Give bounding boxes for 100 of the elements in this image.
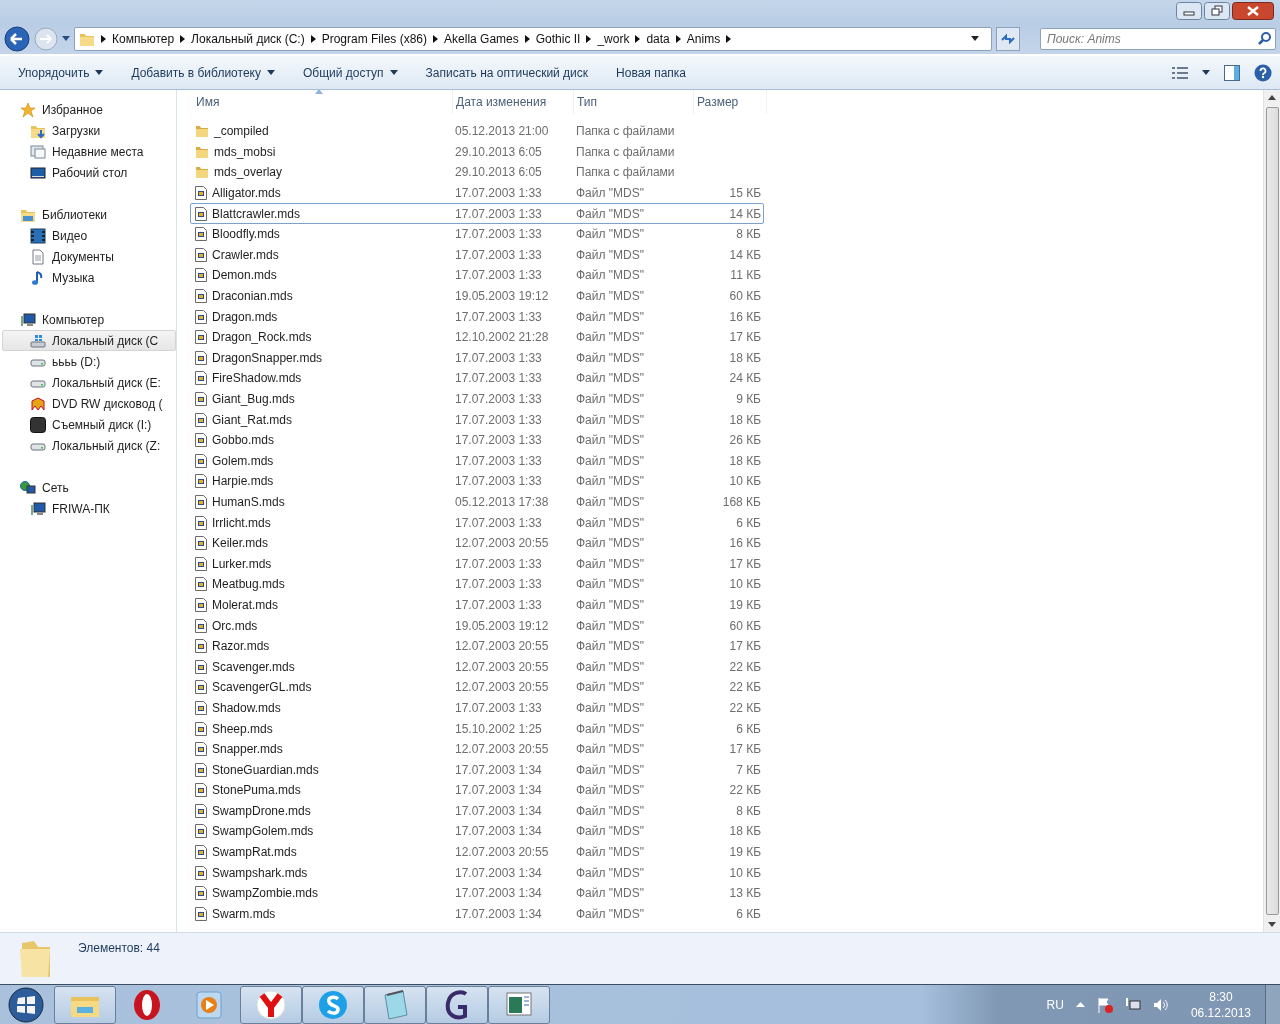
type-cell-text: Файл "MDS" bbox=[575, 783, 646, 798]
view-list-icon[interactable] bbox=[1172, 65, 1188, 80]
file-name[interactable]: Sheep.mds bbox=[212, 721, 273, 736]
file-name[interactable]: Shadow.mds bbox=[212, 700, 281, 715]
search-field[interactable]: Поиск: Anims bbox=[1040, 28, 1276, 50]
column-header[interactable]: Тип bbox=[574, 90, 694, 114]
file-name[interactable]: ScavengerGL.mds bbox=[212, 680, 312, 695]
toolbar-button[interactable]: Упорядочить bbox=[10, 61, 112, 84]
toolbar-button[interactable]: Общий доступ bbox=[294, 61, 406, 84]
sidebar-item[interactable]: Видео bbox=[0, 225, 176, 246]
file-name[interactable]: Lurker.mds bbox=[212, 556, 272, 571]
breadcrumb[interactable]: Akella Games bbox=[444, 32, 519, 46]
file-name[interactable]: Swampshark.mds bbox=[212, 865, 308, 880]
back-icon[interactable] bbox=[4, 26, 30, 52]
file-name[interactable]: Irrlicht.mds bbox=[212, 515, 271, 530]
breadcrumb[interactable]: Program Files (x86) bbox=[321, 32, 428, 46]
sidebar-group[interactable]: Избранное bbox=[0, 99, 176, 120]
column-header[interactable]: Размер bbox=[694, 90, 767, 114]
focused-row[interactable]: Blattcrawler.mds 17.07.2003 1:33 Файл "MDS" 14 КБ bbox=[190, 203, 764, 224]
toolbar-button[interactable]: Записать на оптический диск bbox=[417, 61, 597, 84]
file-name[interactable]: Harpie.mds bbox=[212, 474, 274, 489]
sidebar-item[interactable]: Недавние места bbox=[0, 141, 176, 162]
file-name[interactable]: Draconian.mds bbox=[212, 289, 293, 304]
sidebar-item[interactable]: ьььь (D:) bbox=[0, 351, 176, 372]
file-name[interactable]: _compiled bbox=[214, 124, 269, 139]
file-name[interactable]: Crawler.mds bbox=[212, 247, 279, 262]
file-name[interactable]: Bloodfly.mds bbox=[212, 227, 280, 242]
address-bar[interactable]: Компьютер Локальный диск (C:) Program Files (x86) Akella Games Gothic II _work data Anims bbox=[74, 27, 992, 51]
file-name[interactable]: HumanS.mds bbox=[212, 495, 285, 509]
sidebar-item[interactable]: FRIWA-ПК bbox=[0, 498, 176, 519]
date-cell-text: 05.12.2013 17:38 bbox=[454, 495, 550, 509]
sidebar-item[interactable]: Загрузки bbox=[0, 120, 176, 141]
file-name[interactable]: Gobbo.mds bbox=[212, 433, 275, 448]
help-icon[interactable] bbox=[1254, 63, 1272, 82]
file-name[interactable]: StoneGuardian.mds bbox=[212, 762, 319, 777]
sidebar-item[interactable]: Съемный диск (I:) bbox=[0, 414, 176, 435]
network-icon[interactable] bbox=[1124, 996, 1141, 1013]
file-name[interactable]: Snapper.mds bbox=[212, 742, 283, 757]
file-name[interactable]: Meatbug.mds bbox=[212, 577, 285, 592]
taskbar-button[interactable] bbox=[302, 985, 364, 1024]
sidebar-group[interactable]: Компьютер bbox=[0, 309, 176, 330]
file-name[interactable]: Giant_Rat.mds bbox=[212, 412, 293, 427]
file-name[interactable]: mds_mobsi bbox=[214, 144, 276, 159]
show-desktop-button[interactable] bbox=[1265, 984, 1280, 1024]
sidebar-item[interactable]: Локальный диск (E: bbox=[0, 372, 176, 393]
file-name[interactable]: SwampRat.mds bbox=[212, 845, 297, 860]
restore-icon[interactable] bbox=[1204, 2, 1230, 20]
start-button-icon[interactable] bbox=[6, 985, 46, 1024]
sidebar-group[interactable]: Библиотеки bbox=[0, 204, 176, 225]
column-header[interactable]: Дата изменения bbox=[453, 90, 574, 114]
file-name[interactable]: Dragon.mds bbox=[212, 309, 278, 324]
toolbar-button[interactable]: Новая папка bbox=[608, 61, 695, 84]
file-name[interactable]: DragonSnapper.mds bbox=[212, 350, 323, 365]
breadcrumb[interactable]: Локальный диск (C:) bbox=[191, 32, 305, 46]
sidebar-group[interactable]: Сеть bbox=[0, 477, 176, 498]
taskbar-button[interactable] bbox=[488, 985, 550, 1024]
file-name[interactable]: SwampDrone.mds bbox=[212, 803, 311, 818]
file-name[interactable]: mds_overlay bbox=[214, 165, 283, 180]
toolbar-button[interactable]: Добавить в библиотеку bbox=[123, 61, 283, 84]
file-name[interactable]: StonePuma.mds bbox=[212, 783, 301, 798]
minimize-icon[interactable] bbox=[1176, 2, 1202, 20]
file-name[interactable]: Molerat.mds bbox=[212, 597, 279, 612]
sidebar-item[interactable]: Музыка bbox=[0, 267, 176, 288]
caret-icon[interactable] bbox=[971, 36, 979, 42]
file-name[interactable]: SwampGolem.mds bbox=[212, 824, 314, 839]
file-name[interactable]: Orc.mds bbox=[212, 618, 258, 633]
flag-icon[interactable] bbox=[1096, 996, 1113, 1013]
sidebar-item[interactable]: Локальный диск (Z: bbox=[0, 435, 176, 456]
file-name[interactable]: SwampZombie.mds bbox=[212, 886, 319, 901]
file-name[interactable]: Giant_Bug.mds bbox=[212, 392, 295, 406]
file-name[interactable]: FireShadow.mds bbox=[212, 371, 302, 386]
type-cell-text: Файл "MDS" bbox=[575, 392, 646, 406]
caret-up-icon[interactable] bbox=[1075, 1002, 1085, 1007]
breadcrumb[interactable]: _work bbox=[597, 32, 630, 46]
file-name[interactable]: Razor.mds bbox=[212, 639, 270, 654]
file-name[interactable]: Swarm.mds bbox=[212, 906, 276, 921]
file-name[interactable]: Dragon_Rock.mds bbox=[212, 330, 312, 345]
file-name[interactable]: Scavenger.mds bbox=[212, 659, 295, 674]
scrollbar[interactable] bbox=[1263, 90, 1280, 932]
taskbar-button[interactable] bbox=[240, 985, 302, 1024]
close-icon[interactable] bbox=[1232, 2, 1274, 20]
breadcrumb[interactable]: Anims bbox=[686, 32, 721, 46]
file-name[interactable]: Alligator.mds bbox=[212, 186, 281, 201]
breadcrumb[interactable]: data bbox=[646, 32, 670, 46]
refresh-button[interactable] bbox=[996, 27, 1020, 51]
file-name[interactable]: Blattcrawler.mds bbox=[212, 206, 301, 221]
taskbar-button[interactable] bbox=[426, 985, 488, 1024]
date-cell-text: 17.07.2003 1:33 bbox=[454, 186, 543, 201]
sidebar-item[interactable]: Рабочий стол bbox=[0, 162, 176, 183]
file-name[interactable]: Golem.mds bbox=[212, 453, 274, 468]
breadcrumb[interactable]: Gothic II bbox=[535, 32, 581, 46]
preview-pane-icon[interactable] bbox=[1224, 64, 1240, 81]
sidebar-item[interactable]: DVD RW дисковод ( bbox=[0, 393, 176, 414]
file-name[interactable]: Demon.mds bbox=[212, 268, 277, 283]
sidebar-item[interactable]: Локальный диск (C bbox=[2, 330, 176, 351]
caret-icon[interactable] bbox=[1202, 70, 1210, 75]
sidebar-item[interactable]: Документы bbox=[0, 246, 176, 267]
breadcrumb[interactable]: Компьютер bbox=[112, 32, 175, 46]
file-name[interactable]: Keiler.mds bbox=[212, 536, 269, 551]
date-cell-text: 17.07.2003 1:34 bbox=[454, 886, 543, 901]
